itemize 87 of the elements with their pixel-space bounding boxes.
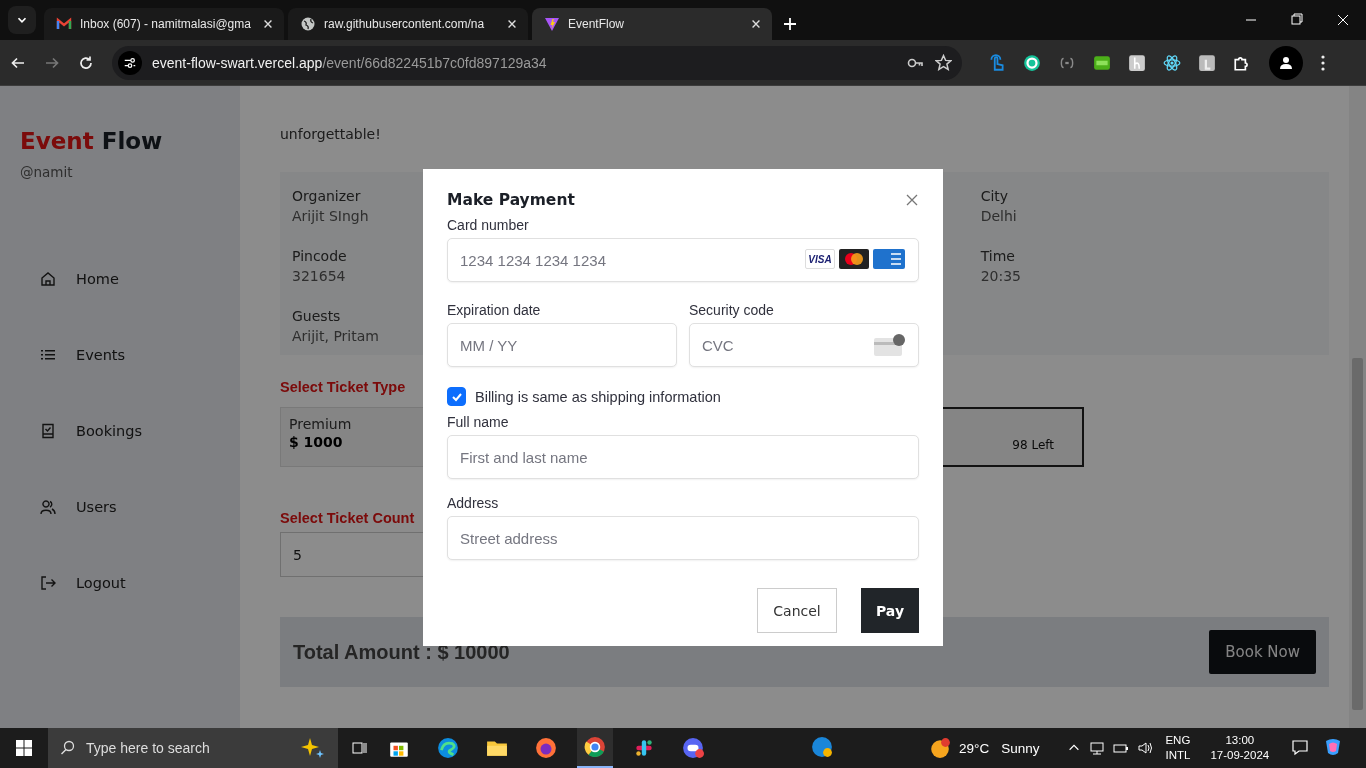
language-indicator[interactable]: ENG INTL: [1165, 733, 1191, 763]
chat-app-icon[interactable]: [633, 737, 655, 759]
browser-tab[interactable]: Inbox (607) - namitmalasi@gma: [44, 8, 284, 40]
detail-label: Pincode: [292, 247, 347, 266]
volume-icon[interactable]: [1137, 740, 1154, 756]
users-icon: [40, 499, 56, 515]
tab-menu-button[interactable]: [8, 6, 36, 34]
field-label: Expiration date: [447, 302, 542, 318]
site-settings-icon: [123, 55, 137, 70]
triangle-icon: [544, 16, 560, 32]
section-heading: Select Ticket Count: [280, 510, 415, 526]
temperature: 29°C: [959, 740, 990, 756]
browser-tab[interactable]: raw.githubusercontent.com/na: [288, 8, 528, 40]
nav-item[interactable]: Bookings: [40, 420, 240, 442]
nav-item[interactable]: Logout: [40, 572, 240, 594]
scrollbar[interactable]: [1349, 86, 1366, 728]
detail-label: Time: [980, 247, 1015, 266]
extension-icon[interactable]: [1128, 53, 1146, 72]
card-logo-icon: [839, 249, 869, 269]
event-description: unforgettable!: [280, 126, 381, 142]
cvc-card-icon: [874, 334, 905, 356]
full-name-field[interactable]: First and last name: [447, 435, 919, 479]
detail-label: Organizer: [292, 187, 361, 206]
section-heading: Select Ticket Type: [280, 379, 406, 395]
detail-value: 321654: [292, 267, 346, 286]
atom-icon[interactable]: [1163, 53, 1181, 72]
mail-icon: [56, 16, 72, 32]
field-label: Card number: [447, 217, 530, 233]
detail-value: 20:35: [980, 267, 1021, 286]
menu-icon[interactable]: [1321, 54, 1325, 71]
card-logo-icon: [873, 249, 905, 269]
cancel-button[interactable]: Cancel: [757, 588, 837, 633]
pay-button[interactable]: Pay: [861, 588, 919, 633]
star-icon[interactable]: [935, 54, 952, 71]
home-icon: [40, 271, 56, 287]
nav-item[interactable]: Home: [40, 268, 240, 290]
windows-icon[interactable]: [16, 740, 32, 756]
field-label: Address: [447, 495, 500, 511]
book-now-button[interactable]: Book Now: [1209, 630, 1316, 674]
weather-condition: Sunny: [1001, 740, 1040, 756]
person-icon: [1278, 54, 1294, 71]
nav-item[interactable]: Events: [40, 344, 240, 366]
detail-label: City: [980, 187, 1009, 206]
reload-icon[interactable]: [78, 54, 94, 71]
sun-icon: [929, 737, 951, 759]
address-bar[interactable]: event-flow-swart.vercel.app/event/66d822451b7c0fd897129a34: [112, 45, 962, 80]
sparkle-icon: [300, 737, 326, 759]
field-label: Full name: [447, 414, 510, 430]
profile-button[interactable]: [1269, 45, 1303, 80]
detail-value: Arijit SIngh: [292, 207, 369, 226]
logout-icon: [40, 575, 56, 591]
task-view-icon[interactable]: [352, 740, 368, 756]
app-logo: Event Flow: [20, 128, 164, 154]
list-icon: [40, 347, 56, 363]
detail-value: Delhi: [980, 207, 1017, 226]
detail-label: Guests: [292, 307, 341, 326]
extension-icon[interactable]: [1198, 53, 1216, 72]
search-icon: [60, 740, 76, 756]
browser-icon[interactable]: [584, 736, 606, 758]
expiration-field[interactable]: MM / YY: [447, 323, 677, 367]
new-tab-icon[interactable]: [782, 16, 798, 32]
checklist-icon: [40, 423, 56, 439]
nav-item[interactable]: Users: [40, 496, 240, 518]
field-label: Security code: [689, 302, 775, 318]
extension-icon[interactable]: [1093, 53, 1111, 72]
checkbox[interactable]: [447, 387, 466, 406]
browser-tab[interactable]: EventFlow: [532, 8, 772, 40]
clock[interactable]: 13:00 17-09-2024: [1210, 733, 1270, 763]
security-code-field[interactable]: CVC: [689, 323, 919, 367]
username: @namit: [20, 164, 74, 180]
notification-icon[interactable]: [1291, 737, 1310, 756]
extension-icon[interactable]: [1023, 53, 1041, 72]
checkbox-label: Billing is same as shipping information: [475, 388, 721, 405]
browser-icon[interactable]: [535, 737, 557, 759]
address-field[interactable]: Street address: [447, 516, 919, 560]
tickets-left: 98 Left: [1012, 438, 1054, 452]
taskbar-search[interactable]: Type here to search: [48, 728, 338, 768]
globe-icon: [300, 16, 316, 32]
card-logo: VISA: [805, 249, 835, 269]
game-controller-icon[interactable]: [682, 737, 704, 759]
detail-value: Arijit, Pritam: [292, 327, 379, 346]
hand-icon[interactable]: [988, 53, 1006, 72]
browser-icon[interactable]: [437, 737, 459, 759]
ticket-name: Premium: [289, 416, 352, 432]
network-icon[interactable]: [1089, 740, 1106, 756]
ticket-price: $ 1000: [289, 434, 343, 450]
dialog-title: Make Payment: [447, 191, 575, 209]
